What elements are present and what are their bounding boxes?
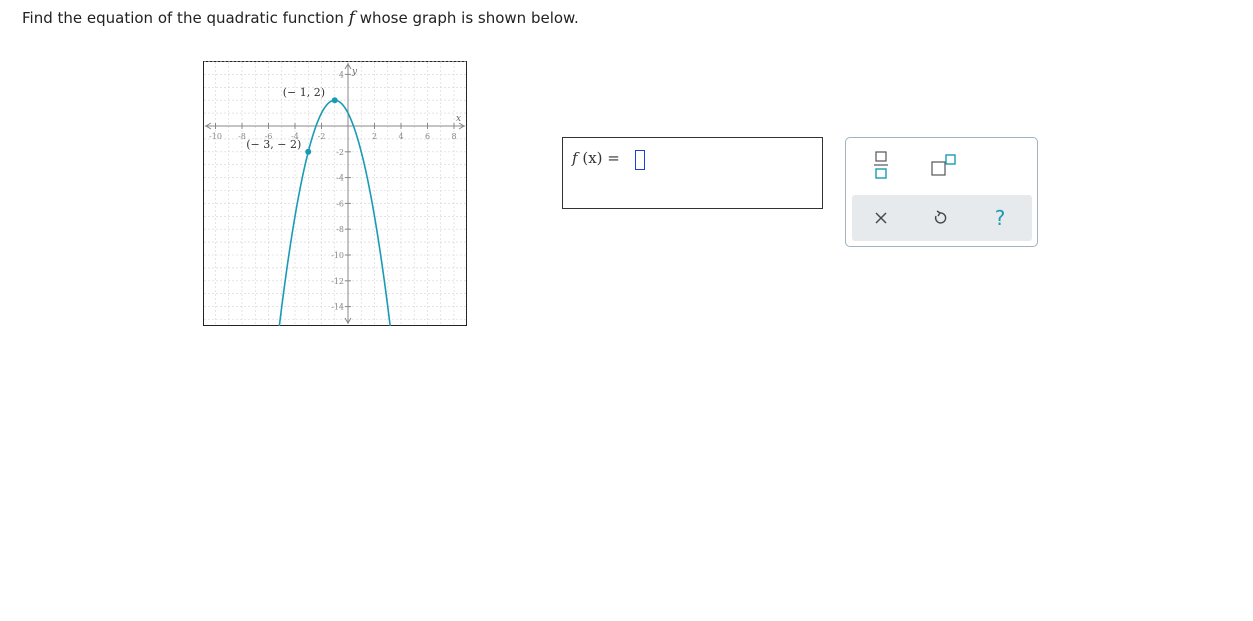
- x-tick-label: -2: [318, 132, 326, 141]
- x-tick-label: 8: [451, 132, 456, 141]
- answer-label-f: f: [572, 149, 578, 167]
- question-prefix: Find the equation of the quadratic funct…: [22, 9, 349, 27]
- undo-icon: [934, 210, 947, 224]
- x-tick-label: 4: [398, 132, 403, 141]
- y-tick-label: -14: [331, 303, 344, 312]
- y-tick-label: -6: [336, 199, 344, 208]
- math-keypad: ?: [845, 137, 1038, 247]
- fraction-icon: [874, 151, 888, 179]
- answer-box: f (x) =: [562, 137, 823, 209]
- y-tick-label: -10: [331, 251, 344, 260]
- y-tick-label: -12: [331, 277, 344, 286]
- x-tick-label: -8: [238, 132, 246, 141]
- y-tick-label: -4: [336, 174, 344, 183]
- question-text: Find the equation of the quadratic funct…: [22, 8, 579, 28]
- x-tick-label: -10: [209, 132, 222, 141]
- keypad-action-bar: ?: [852, 195, 1032, 241]
- question-suffix: whose graph is shown below.: [354, 9, 579, 27]
- help-button[interactable]: ?: [985, 201, 1015, 235]
- answer-input[interactable]: [635, 150, 645, 170]
- y-tick-label: -8: [336, 225, 344, 234]
- x-tick-label: 2: [372, 132, 377, 141]
- y-tick-label: -2: [336, 148, 344, 157]
- superscript-icon: [931, 154, 956, 176]
- graph-point-label: (− 1, 2): [283, 86, 325, 99]
- graph-point: [331, 97, 338, 104]
- clear-icon: [875, 212, 887, 224]
- undo-button[interactable]: [925, 203, 955, 233]
- parabola-graph: x y -10 -8 -6 -4 -2 2 4 6 8 4 -2 -4 -6 -8 -10 -12 -14 (−…: [203, 61, 467, 326]
- x-tick-label: 6: [425, 132, 430, 141]
- y-axis-label: y: [351, 67, 358, 77]
- graph-point: [305, 148, 312, 155]
- graph-point-label: (− 3, − 2): [246, 138, 301, 151]
- answer-label: f (x) =: [572, 149, 620, 167]
- superscript-button[interactable]: [924, 150, 960, 180]
- x-axis-label: x: [456, 114, 461, 124]
- answer-label-rest: (x) =: [582, 149, 620, 167]
- fraction-button[interactable]: [868, 148, 894, 182]
- y-tick-label: 4: [339, 70, 344, 79]
- clear-button[interactable]: [866, 203, 896, 233]
